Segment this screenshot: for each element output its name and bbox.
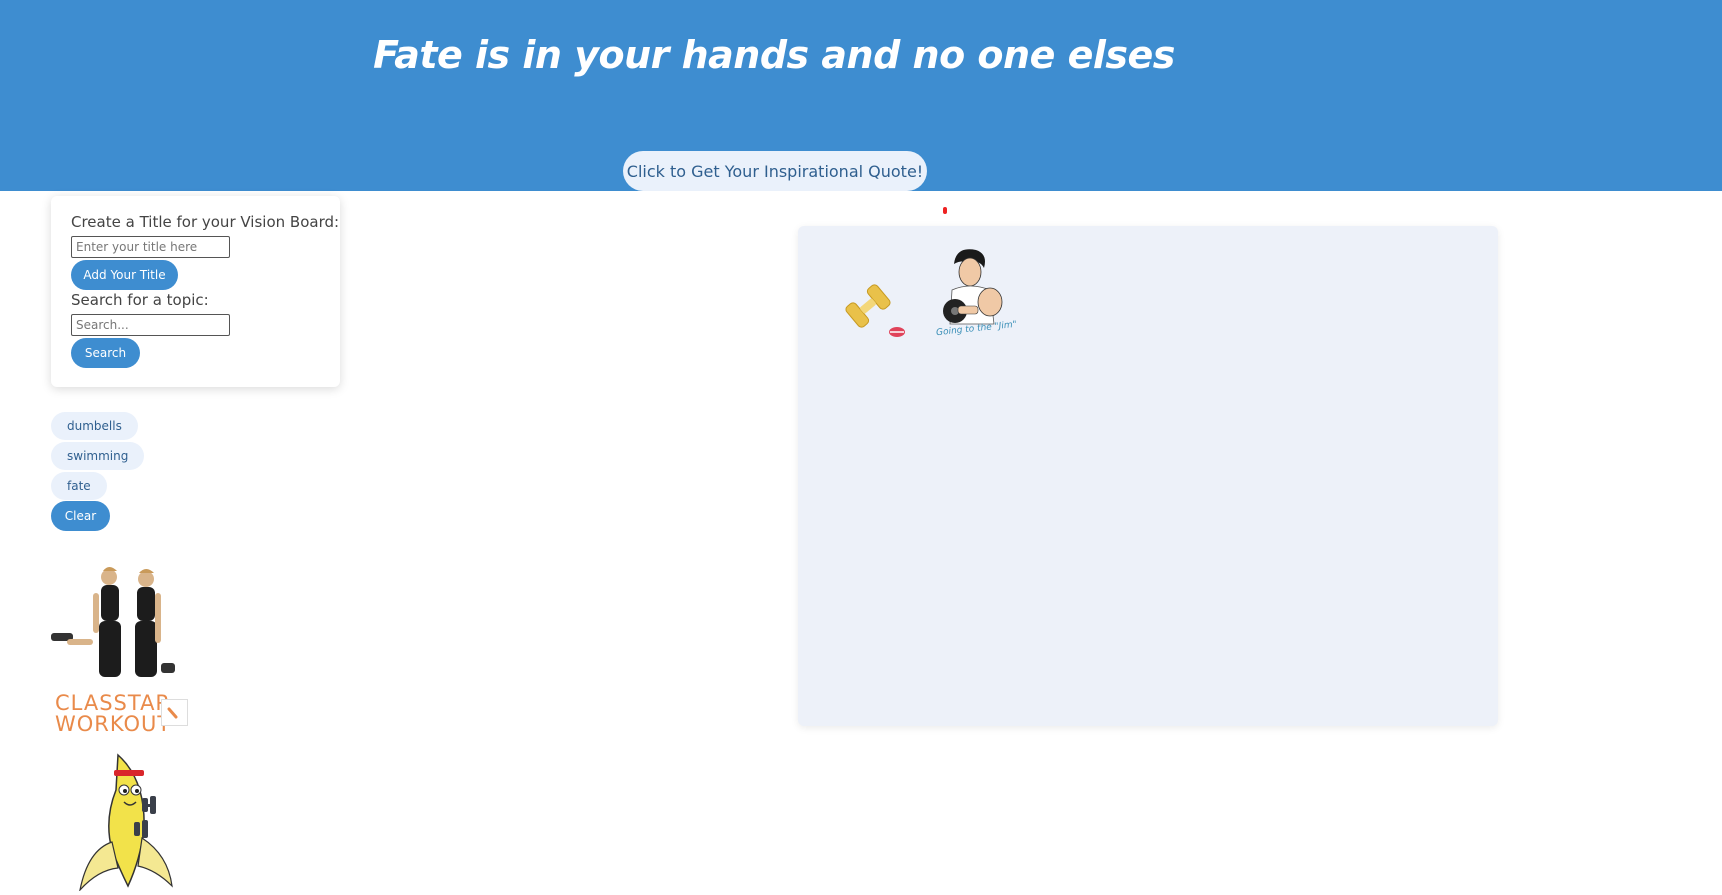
- orange-stroke-icon: [167, 707, 178, 719]
- gold-dumbbell-icon: [845, 284, 891, 328]
- history-tag-fate[interactable]: fate: [51, 472, 107, 500]
- history-tag-swimming[interactable]: swimming: [51, 442, 145, 470]
- quote-title: Fate is in your hands and no one elses: [373, 33, 1175, 77]
- header-banner: Fate is in your hands and no one elses C…: [0, 0, 1722, 191]
- search-input[interactable]: [71, 314, 230, 336]
- board-sticker-gold-dumbbell[interactable]: [844, 281, 892, 331]
- get-quote-button[interactable]: Click to Get Your Inspirational Quote!: [623, 151, 927, 191]
- banana-lifting-dumbbell-image: [78, 753, 173, 893]
- result-sticker-banana-dumbbell[interactable]: [78, 750, 178, 893]
- classtap-workout-line1: CLASSTAP: [55, 691, 170, 715]
- result-sticker-small-thumbnail[interactable]: [161, 699, 188, 726]
- title-label: Create a Title for your Vision Board:: [71, 213, 340, 231]
- vision-board-canvas[interactable]: [798, 226, 1498, 726]
- title-input[interactable]: [71, 236, 230, 258]
- women-dumbbell-workout-image: [51, 567, 175, 677]
- search-button[interactable]: Search: [71, 338, 140, 368]
- board-sticker-lips[interactable]: [888, 323, 906, 337]
- clear-history-button[interactable]: Clear: [51, 501, 110, 531]
- add-title-button[interactable]: Add Your Title: [71, 260, 178, 290]
- classtap-workout-line2: WORKOUT: [55, 712, 172, 736]
- search-label: Search for a topic:: [71, 291, 209, 309]
- lips-icon: [889, 327, 905, 337]
- result-sticker-classtap-workout[interactable]: CLASSTAP WORKOUT: [55, 691, 172, 736]
- result-sticker-dumbbell-workout[interactable]: [51, 563, 181, 683]
- red-marker-dot: [943, 207, 947, 214]
- board-sticker-jim-gym[interactable]: Going to the "Jim": [930, 246, 1020, 346]
- vision-board-control-panel: Create a Title for your Vision Board: Ad…: [51, 196, 340, 387]
- history-tag-dumbells[interactable]: dumbells: [51, 412, 138, 440]
